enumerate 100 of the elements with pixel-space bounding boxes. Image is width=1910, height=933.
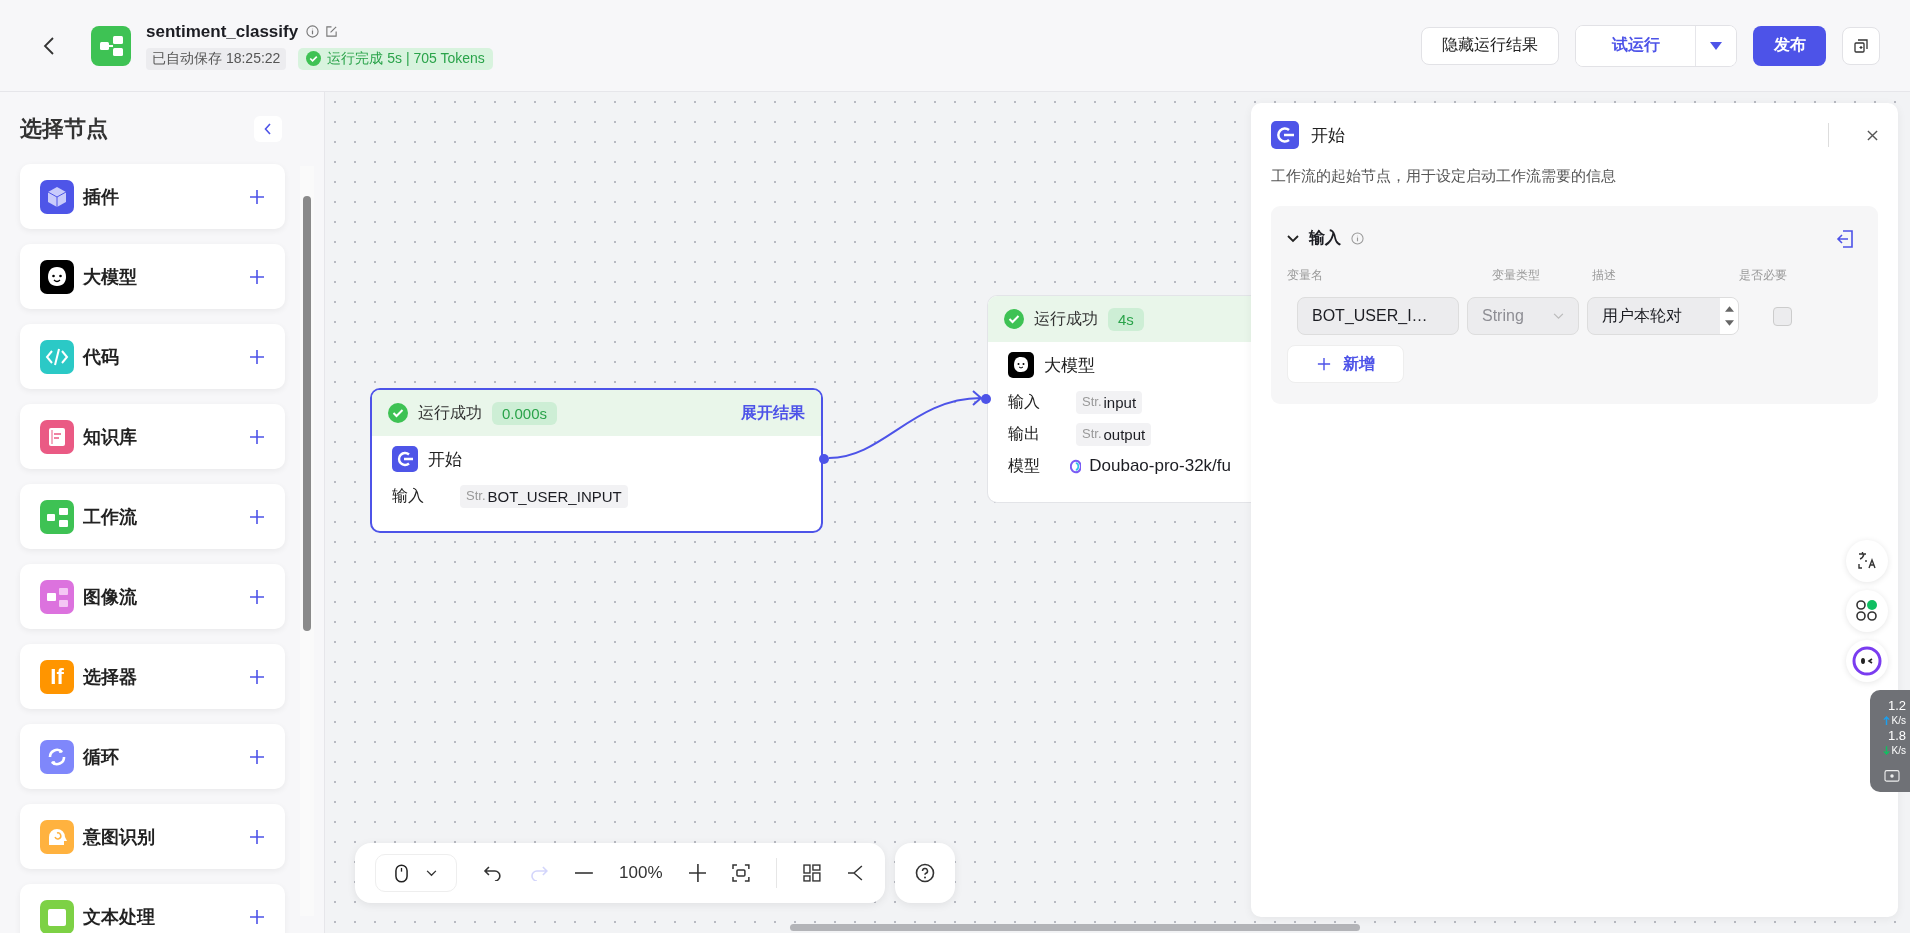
status-label: 运行成功: [1034, 308, 1098, 329]
field-label: 模型: [1008, 455, 1041, 476]
column-header: 是否必要: [1739, 267, 1787, 284]
panel-title: 开始: [1311, 124, 1345, 147]
import-icon[interactable]: [1836, 229, 1854, 248]
download-speed: 1.8: [1887, 728, 1906, 743]
node-type-card[interactable]: 意图识别: [20, 804, 285, 869]
spin-up-icon[interactable]: [1724, 306, 1734, 312]
up-arrow-icon: [1882, 716, 1890, 725]
publish-button[interactable]: 发布: [1753, 25, 1826, 66]
fit-view-icon[interactable]: [732, 864, 751, 882]
node-type-card[interactable]: 大模型: [20, 244, 285, 309]
output-port[interactable]: [819, 454, 829, 464]
node-type-card[interactable]: 知识库: [20, 404, 285, 469]
sidebar-title: 选择节点: [20, 115, 108, 143]
input-port[interactable]: [981, 394, 991, 404]
copy-button[interactable]: [1842, 26, 1880, 65]
autosave-status: 已自动保存 18:25:22: [146, 47, 287, 70]
description-field[interactable]: 用户本轮对: [1587, 297, 1739, 335]
info-icon[interactable]: [1351, 232, 1364, 245]
camera-icon[interactable]: [1884, 768, 1900, 782]
variable-tag: Str.BOT_USER_INPUT: [460, 484, 628, 508]
edit-icon[interactable]: [325, 25, 339, 38]
chevron-down-icon: [426, 869, 438, 877]
panel-description: 工作流的起始节点，用于设定启动工作流需要的信息: [1271, 167, 1617, 186]
add-icon[interactable]: [249, 908, 265, 925]
node-type-card[interactable]: 插件: [20, 164, 285, 229]
add-variable-button[interactable]: 新增: [1287, 345, 1404, 383]
node-type-card[interactable]: 代码: [20, 324, 285, 389]
field-label: 输入: [392, 485, 425, 506]
interaction-mode-dropdown[interactable]: [375, 854, 458, 892]
column-header: 变量名: [1287, 267, 1323, 284]
chevron-down-icon: [1553, 312, 1564, 320]
upload-unit: K/s: [1891, 715, 1906, 726]
status-label: 运行成功: [418, 402, 482, 423]
duration-badge: 4s: [1108, 307, 1144, 331]
zoom-in-icon[interactable]: [688, 864, 707, 882]
model-name: Doubao-pro-32k/fu: [1089, 456, 1231, 476]
chevron-icon[interactable]: [1287, 234, 1299, 243]
add-icon[interactable]: [249, 588, 265, 605]
zoom-level: 100%: [619, 863, 663, 883]
selector-icon: If: [40, 659, 74, 694]
close-icon[interactable]: [1867, 129, 1878, 141]
add-icon[interactable]: [249, 188, 265, 205]
down-arrow-icon: [1882, 746, 1890, 755]
success-icon: [1004, 309, 1024, 329]
download-unit: K/s: [1891, 745, 1906, 756]
copy-icon: [1853, 37, 1869, 54]
model-icon: [1069, 458, 1082, 474]
branch-icon[interactable]: [847, 864, 865, 882]
node-type-card[interactable]: 图像流: [20, 564, 285, 629]
back-icon[interactable]: [43, 35, 55, 56]
spin-down-icon[interactable]: [1724, 320, 1734, 326]
required-checkbox[interactable]: [1773, 306, 1792, 326]
column-header: 描述: [1592, 267, 1616, 284]
add-icon[interactable]: [249, 268, 265, 285]
upload-speed: 1.2: [1887, 698, 1906, 713]
plus-icon: [1316, 357, 1331, 371]
workflow-title: sentiment_classify: [146, 21, 299, 42]
node-title: 开始: [428, 448, 462, 471]
node-type-card[interactable]: 循环: [20, 724, 285, 789]
column-header: 变量类型: [1492, 267, 1540, 284]
add-icon[interactable]: [249, 348, 265, 365]
add-icon[interactable]: [249, 428, 265, 445]
scrollbar[interactable]: [790, 924, 1360, 931]
collapse-button[interactable]: [254, 116, 282, 142]
start-icon: [1271, 121, 1299, 149]
variable-tag: Str.output: [1076, 422, 1152, 446]
info-icon[interactable]: [306, 25, 320, 38]
start-icon: [392, 446, 418, 472]
run-status-badge: 运行完成 5s | 705 Tokens: [298, 47, 493, 70]
mouse-icon: [395, 863, 409, 883]
add-icon[interactable]: [249, 508, 265, 525]
help-button[interactable]: [895, 843, 955, 903]
test-run-button[interactable]: 试运行: [1576, 25, 1696, 66]
layout-icon[interactable]: [803, 864, 822, 882]
chevron-left-icon: [264, 123, 272, 135]
add-icon[interactable]: [249, 748, 265, 765]
add-icon[interactable]: [249, 828, 265, 845]
success-icon: [388, 403, 408, 423]
workflow-logo-icon: [91, 25, 131, 66]
section-title: 输入: [1309, 228, 1341, 248]
field-label: 输出: [1008, 423, 1041, 444]
llm-node-card[interactable]: 运行成功 4s 大模型 输入 Str.input 输出 Str.output 模型 Doubao-pro-32k/fu: [987, 295, 1251, 503]
start-node-card[interactable]: 运行成功 0.000s 展开结果 开始 输入 Str.BOT_USER_INPUT: [370, 388, 823, 533]
expand-results-link[interactable]: 展开结果: [741, 402, 805, 424]
duration-badge: 0.000s: [492, 401, 558, 425]
undo-icon[interactable]: [483, 865, 504, 881]
variable-tag: Str.input: [1076, 390, 1143, 414]
add-icon[interactable]: [249, 668, 265, 685]
node-title: 大模型: [1044, 354, 1095, 377]
caret-icon: [1709, 40, 1723, 51]
node-type-card[interactable]: 工作流: [20, 484, 285, 549]
field-label: 输入: [1008, 391, 1041, 412]
node-type-card[interactable]: 文本处理: [20, 884, 285, 933]
help-icon: [915, 863, 935, 883]
variable-name-field[interactable]: BOT_USER_I…: [1297, 297, 1459, 335]
llm-icon: [1008, 352, 1034, 378]
node-type-card[interactable]: If 选择器: [20, 644, 285, 709]
hide-results-button[interactable]: 隐藏运行结果: [1421, 26, 1559, 65]
